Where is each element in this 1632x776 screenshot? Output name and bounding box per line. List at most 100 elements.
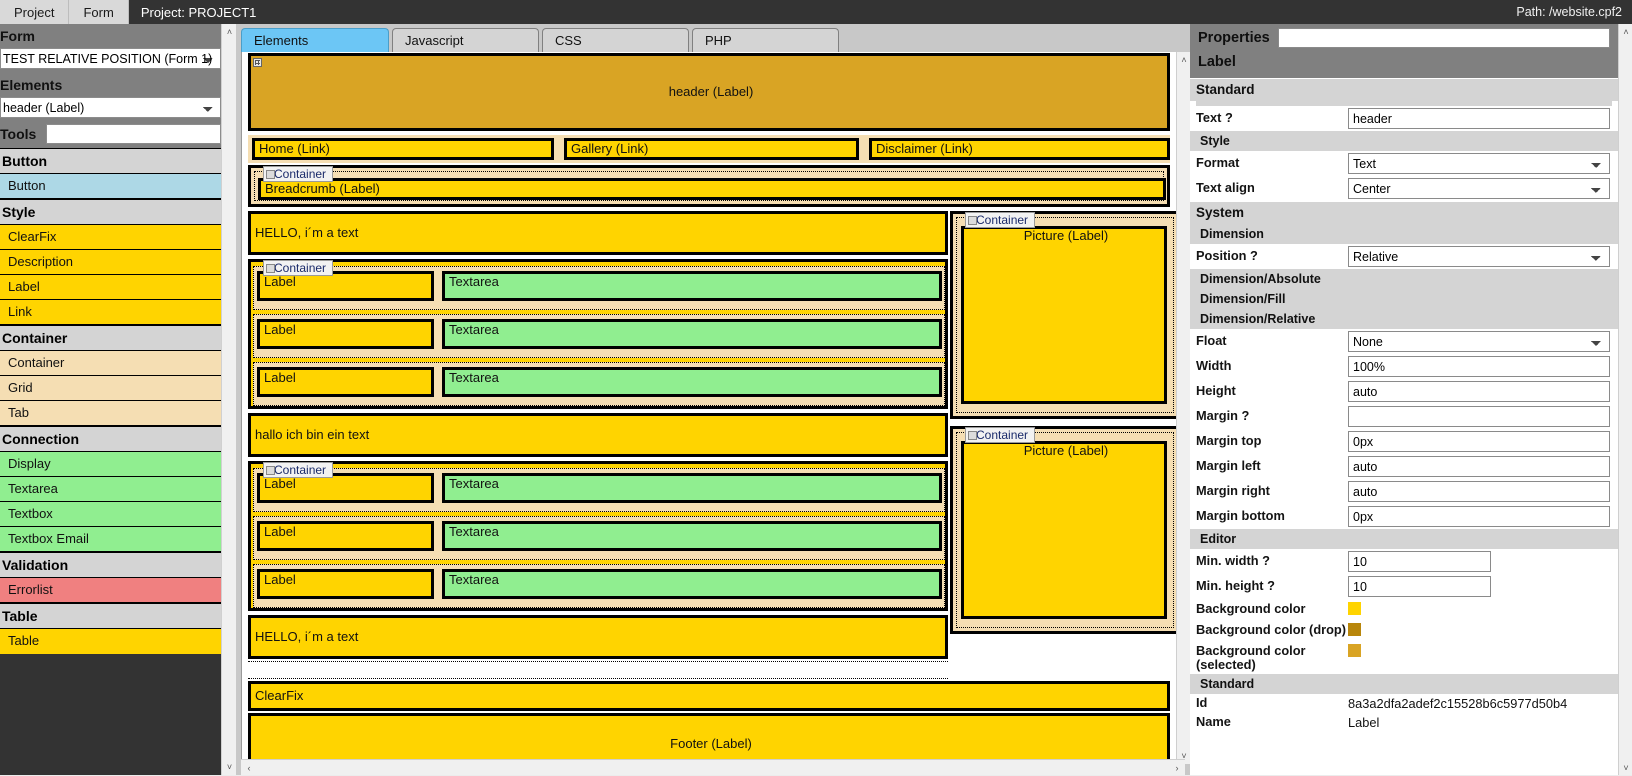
link-gallery[interactable]: Gallery (Link) bbox=[564, 138, 859, 160]
format-select[interactable]: Text bbox=[1348, 153, 1610, 174]
sidebar-tools-row: Tools bbox=[0, 122, 221, 148]
text-align-select[interactable]: Center bbox=[1348, 178, 1610, 199]
tools-search-input[interactable] bbox=[46, 124, 221, 144]
sidebar-scrollbar[interactable]: ˄ ˅ bbox=[221, 24, 236, 775]
breadcrumb-label[interactable]: Breadcrumb (Label) bbox=[258, 178, 1166, 200]
sidebar-item-clearfix[interactable]: ClearFix bbox=[0, 225, 221, 250]
canvas-vertical-scrollbar[interactable]: ˄ ˅ bbox=[1176, 52, 1190, 764]
picture-container-2[interactable]: Container Picture (Label) bbox=[950, 426, 1180, 634]
value-bg-color-selected bbox=[1348, 644, 1610, 660]
subgroup-editor: Editor bbox=[1190, 529, 1618, 549]
field-label-3[interactable]: Label bbox=[257, 367, 434, 397]
help-icon-margin[interactable]: ? bbox=[1242, 408, 1250, 423]
footer-block[interactable]: Footer (Label) bbox=[248, 713, 1170, 764]
field-textarea-5[interactable]: Textarea bbox=[442, 521, 942, 551]
field-textarea-2[interactable]: Textarea bbox=[442, 319, 942, 349]
help-icon-min-width[interactable]: ? bbox=[1262, 553, 1270, 568]
text-block-3[interactable]: HELLO, i´m a text bbox=[248, 615, 948, 659]
properties-scroll-down-icon[interactable]: ˅ bbox=[1619, 760, 1632, 775]
field-textarea-3-text: Textarea bbox=[449, 370, 499, 385]
field-textarea-1[interactable]: Textarea bbox=[442, 271, 942, 301]
bg-color-selected-swatch[interactable] bbox=[1348, 644, 1361, 657]
sidebar-item-button[interactable]: Button bbox=[0, 174, 221, 199]
text-input[interactable] bbox=[1348, 108, 1610, 129]
tab-elements[interactable]: Elements bbox=[241, 28, 389, 52]
min-width-input[interactable] bbox=[1348, 551, 1491, 572]
picture-label-1[interactable]: Picture (Label) bbox=[961, 226, 1167, 404]
sidebar-item-container[interactable]: Container bbox=[0, 351, 221, 376]
canvas-header-block[interactable]: header (Label) bbox=[248, 53, 1170, 131]
canvas-horizontal-scrollbar[interactable]: ‹ › bbox=[241, 759, 1185, 775]
menu-item-project-tab[interactable]: Project: PROJECT1 bbox=[128, 0, 269, 24]
canvas-scroll-right-icon[interactable]: › bbox=[1169, 760, 1185, 776]
margin-input[interactable] bbox=[1348, 406, 1610, 427]
sidebar-item-textbox[interactable]: Textbox bbox=[0, 502, 221, 527]
form-container-2[interactable]: Container Label Textarea Label Textarea … bbox=[248, 461, 948, 611]
value-name: Label bbox=[1348, 714, 1380, 730]
form-select[interactable]: TEST RELATIVE POSITION (Form 1) bbox=[0, 48, 221, 69]
margin-top-input[interactable] bbox=[1348, 431, 1610, 452]
picture-label-2[interactable]: Picture (Label) bbox=[961, 441, 1167, 619]
clearfix-block[interactable]: ClearFix bbox=[248, 681, 1170, 711]
margin-right-input[interactable] bbox=[1348, 481, 1610, 502]
tab-php[interactable]: PHP bbox=[692, 28, 839, 52]
breadcrumb-container[interactable]: Container Breadcrumb (Label) bbox=[248, 165, 1170, 207]
tab-javascript[interactable]: Javascript bbox=[392, 28, 539, 52]
sidebar-top-block: Form TEST RELATIVE POSITION (Form 1) Ele… bbox=[0, 24, 221, 148]
sidebar-item-errorlist[interactable]: Errorlist bbox=[0, 578, 221, 603]
canvas-scroll-left-icon[interactable]: ‹ bbox=[241, 760, 257, 776]
menu-item-form[interactable]: Form bbox=[69, 0, 129, 24]
value-format: Text bbox=[1348, 153, 1610, 174]
picture-container-1[interactable]: Container Picture (Label) bbox=[950, 211, 1180, 419]
sidebar-item-link[interactable]: Link bbox=[0, 300, 221, 325]
text-block-2[interactable]: hallo ich bin ein text bbox=[248, 413, 948, 457]
properties-search-input[interactable] bbox=[1277, 28, 1610, 48]
float-select[interactable]: None bbox=[1348, 331, 1610, 352]
value-text bbox=[1348, 108, 1610, 129]
text-block-1[interactable]: HELLO, i´m a text bbox=[248, 211, 948, 255]
sidebar-item-description[interactable]: Description bbox=[0, 250, 221, 275]
field-label-2[interactable]: Label bbox=[257, 319, 434, 349]
sidebar-item-textbox-email[interactable]: Textbox Email bbox=[0, 527, 221, 552]
subgroup-dimension-relative: Dimension/Relative bbox=[1190, 309, 1618, 329]
field-row-6: Label Textarea bbox=[253, 564, 945, 608]
field-textarea-4[interactable]: Textarea bbox=[442, 473, 942, 503]
value-margin-top bbox=[1348, 431, 1610, 452]
tab-css[interactable]: CSS bbox=[542, 28, 689, 52]
help-icon-position[interactable]: ? bbox=[1250, 248, 1258, 263]
scroll-up-icon[interactable]: ˄ bbox=[222, 24, 236, 40]
min-height-input[interactable] bbox=[1348, 576, 1491, 597]
label-float: Float bbox=[1196, 333, 1227, 349]
scroll-down-icon[interactable]: ˅ bbox=[222, 759, 236, 775]
sidebar-item-tab[interactable]: Tab bbox=[0, 401, 221, 426]
bg-color-swatch[interactable] bbox=[1348, 601, 1361, 615]
sidebar-item-display[interactable]: Display bbox=[0, 452, 221, 477]
properties-scroll-up-icon[interactable]: ˄ bbox=[1619, 24, 1632, 39]
sidebar-form-heading: Form bbox=[0, 28, 35, 44]
field-label-6[interactable]: Label bbox=[257, 569, 434, 599]
bg-color-drop-swatch[interactable] bbox=[1348, 622, 1361, 636]
link-home[interactable]: Home (Link) bbox=[252, 138, 554, 160]
menu-item-project[interactable]: Project bbox=[0, 0, 70, 24]
help-icon-min-height[interactable]: ? bbox=[1267, 578, 1275, 593]
margin-bottom-input[interactable] bbox=[1348, 506, 1610, 527]
field-label-5[interactable]: Label bbox=[257, 521, 434, 551]
width-input[interactable] bbox=[1348, 356, 1610, 377]
field-textarea-3[interactable]: Textarea bbox=[442, 367, 942, 397]
label-margin-bottom: Margin bottom bbox=[1196, 508, 1285, 524]
sidebar-item-textarea[interactable]: Textarea bbox=[0, 477, 221, 502]
position-select[interactable]: Relative bbox=[1348, 246, 1610, 267]
height-input[interactable] bbox=[1348, 381, 1610, 402]
margin-left-input[interactable] bbox=[1348, 456, 1610, 477]
sidebar-item-grid[interactable]: Grid bbox=[0, 376, 221, 401]
properties-scrollbar[interactable]: ˄ ˅ bbox=[1618, 24, 1632, 775]
link-disclaimer[interactable]: Disclaimer (Link) bbox=[869, 138, 1170, 160]
form-container-1[interactable]: Container Label Textarea Label Textarea … bbox=[248, 259, 948, 409]
help-icon-text[interactable]: ? bbox=[1225, 110, 1233, 125]
canvas-scroll-up-icon[interactable]: ˄ bbox=[1177, 52, 1191, 68]
elements-select[interactable]: header (Label) bbox=[0, 97, 221, 118]
drag-handle-icon[interactable] bbox=[253, 58, 262, 67]
sidebar-item-label[interactable]: Label bbox=[0, 275, 221, 300]
field-textarea-6[interactable]: Textarea bbox=[442, 569, 942, 599]
sidebar-item-table[interactable]: Table bbox=[0, 629, 221, 654]
